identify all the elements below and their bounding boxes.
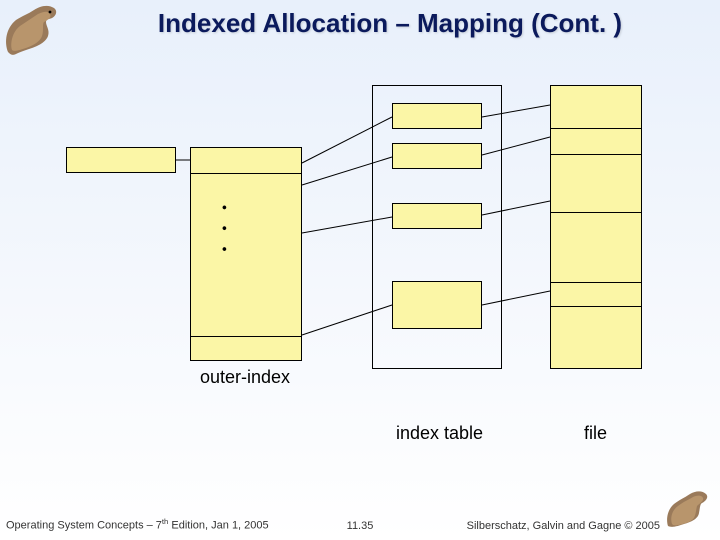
file-column bbox=[550, 85, 642, 369]
file-label: file bbox=[584, 423, 607, 444]
allocation-diagram: • • • outer-index index table file bbox=[0, 55, 720, 500]
index-table-label: index table bbox=[396, 423, 483, 444]
dinosaur-logo-icon bbox=[2, 2, 64, 58]
outer-index-label: outer-index bbox=[200, 367, 290, 388]
footer-left: Operating System Concepts – 7th Edition,… bbox=[6, 517, 269, 532]
index-entry-4 bbox=[392, 281, 482, 329]
index-entry-1 bbox=[392, 103, 482, 129]
footer-left-suffix: Edition, Jan 1, 2005 bbox=[168, 520, 268, 532]
footer-left-prefix: Operating System Concepts – 7 bbox=[6, 520, 162, 532]
index-entry-2 bbox=[392, 143, 482, 169]
outer-index-block bbox=[190, 147, 302, 361]
index-entry-3 bbox=[392, 203, 482, 229]
footer-copyright: Silberschatz, Galvin and Gagne © 2005 bbox=[467, 520, 660, 532]
slide-title: Indexed Allocation – Mapping (Cont. ) bbox=[80, 8, 700, 39]
footer-slide-number: 11.35 bbox=[347, 520, 374, 532]
outer-index-ellipsis: • • • bbox=[222, 205, 228, 257]
slide-footer: Operating System Concepts – 7th Edition,… bbox=[0, 510, 720, 536]
root-pointer-block bbox=[66, 147, 176, 173]
